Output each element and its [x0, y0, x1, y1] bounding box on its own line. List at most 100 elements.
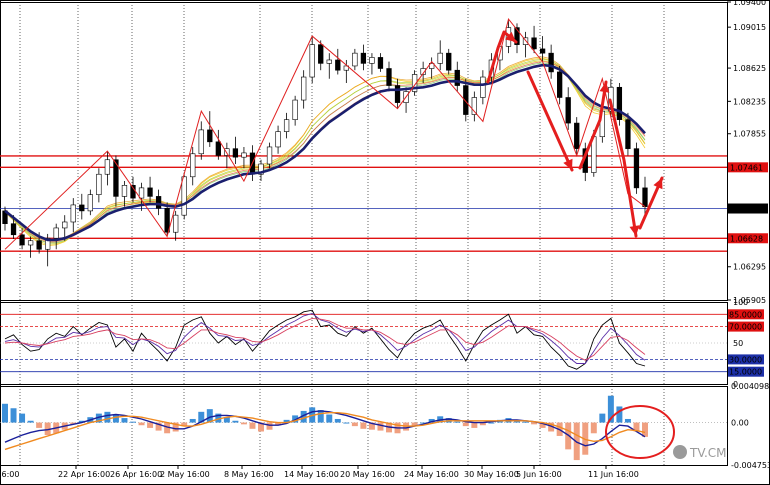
histogram-bar: [334, 418, 341, 423]
x-tick-label: Apr 16:00: [0, 470, 19, 479]
candle-body: [207, 129, 213, 143]
candle-body: [437, 52, 443, 64]
histogram-bar: [326, 414, 333, 423]
x-tick-label: 5 Jun 16:00: [516, 470, 562, 479]
macd-y-tick-label: -0.0047538: [731, 461, 770, 470]
candle-body: [87, 194, 93, 212]
candle-body: [574, 122, 580, 149]
candle-body: [531, 37, 537, 50]
histogram-bar: [10, 408, 17, 423]
candle-body: [352, 52, 358, 67]
macd-y-tick-label: 0.00: [731, 419, 749, 428]
candle-body: [79, 204, 85, 212]
histogram-bar: [112, 414, 119, 423]
osc-level-label: 85.0000: [729, 310, 762, 319]
histogram-bar: [27, 420, 34, 423]
candle-body: [633, 148, 640, 189]
candle-body: [62, 221, 68, 229]
histogram-bar: [2, 403, 8, 423]
histogram-bar: [317, 410, 324, 423]
histogram-bar: [130, 421, 136, 423]
candle-body: [642, 187, 648, 207]
histogram-bar: [471, 422, 478, 428]
y-tick-label: 1.08625: [733, 64, 766, 73]
level-price-label: 1.07037: [730, 205, 763, 214]
candle-body: [27, 240, 34, 246]
candle-body: [309, 44, 315, 78]
osc-level-label: 30.0000: [729, 355, 762, 364]
watermark-logo-letter: F: [677, 449, 682, 459]
candle-body: [155, 196, 162, 209]
histogram-bar: [138, 422, 145, 426]
candle-body: [121, 185, 128, 197]
histogram-bar: [147, 422, 154, 428]
candle-body: [19, 234, 25, 246]
candle-body: [96, 173, 102, 195]
y-tick-label: 1.09400: [733, 0, 766, 7]
x-tick-label: 20 May 16:00: [340, 470, 395, 479]
histogram-bar: [104, 411, 111, 423]
candle-body: [266, 146, 273, 165]
candle-body: [104, 159, 111, 175]
x-tick-label: 26 Apr 16:00: [110, 470, 162, 479]
candle-body: [565, 97, 571, 124]
x-tick-label: 2 May 16:00: [160, 470, 210, 479]
level-price-label: 1.07461: [730, 163, 763, 172]
candle-body: [232, 148, 239, 158]
x-tick-label: 22 Apr 16:00: [58, 470, 110, 479]
candle-body: [36, 240, 42, 250]
histogram-bar: [377, 422, 384, 431]
candle-body: [241, 152, 247, 158]
y-tick-label: 1.06295: [733, 263, 766, 272]
candle-body: [292, 99, 298, 120]
candle-body: [10, 223, 17, 236]
candle-body: [147, 187, 153, 197]
histogram-bar: [343, 422, 350, 424]
chart-frame: [0, 0, 770, 485]
candle-body: [548, 52, 554, 73]
candle-body: [335, 59, 341, 71]
x-tick-label: 14 May 16:00: [284, 470, 339, 479]
candle-body: [138, 187, 145, 199]
histogram-bar: [462, 422, 469, 427]
candle-body: [377, 57, 384, 69]
candle-body: [215, 141, 221, 156]
candle-body: [198, 129, 204, 155]
y-tick-label: 1.08235: [733, 97, 766, 106]
candle-body: [318, 44, 324, 64]
candle-body: [386, 68, 392, 86]
histogram-bar: [454, 421, 461, 423]
histogram-bar: [232, 420, 239, 423]
histogram-bar: [121, 418, 128, 423]
x-tick-label: 8 May 16:00: [224, 470, 274, 479]
candle-body: [275, 131, 281, 148]
histogram-bar: [249, 422, 256, 429]
candle-body: [446, 52, 452, 71]
candle-body: [557, 71, 563, 98]
histogram-bar: [599, 413, 606, 423]
osc-y-tick-label: 50: [733, 339, 743, 348]
candle-body: [326, 59, 332, 64]
x-tick-label: 24 May 16:00: [404, 470, 459, 479]
osc-level-label: 15.0000: [729, 368, 762, 377]
candle-body: [539, 48, 546, 54]
candle-body: [616, 86, 623, 120]
histogram-bar: [488, 422, 495, 424]
histogram-bar: [36, 422, 43, 428]
histogram-bar: [189, 418, 196, 423]
candle-body: [480, 76, 486, 98]
trading-chart[interactable]: 1.09400 1.09015 1.08625 1.08235 1.07855 1.074…: [0, 0, 770, 485]
candle-body: [173, 214, 179, 233]
watermark-text: TV.CM: [689, 446, 727, 460]
x-tick-label: 11 Jun 16:00: [588, 470, 639, 479]
osc-y-tick-label: 100: [733, 298, 748, 307]
candle-body: [369, 57, 375, 64]
candle-body: [181, 176, 187, 216]
histogram-bar: [19, 413, 26, 423]
histogram-bar: [240, 422, 247, 425]
osc-level-label: 70.0000: [729, 323, 762, 332]
chart-window: 1.09400 1.09015 1.08625 1.08235 1.07855 1.074…: [0, 0, 770, 485]
candle-body: [301, 76, 307, 101]
candle-body: [360, 52, 367, 64]
y-tick-label: 1.09015: [733, 23, 766, 32]
